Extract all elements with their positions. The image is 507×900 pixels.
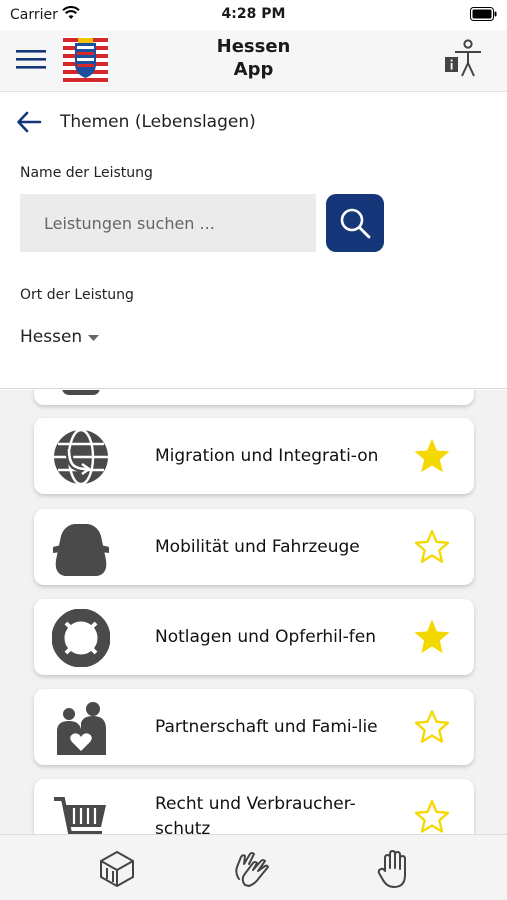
accessibility-info-icon	[445, 39, 481, 77]
star-outline-icon[interactable]	[412, 527, 452, 567]
globe-icon	[54, 428, 108, 486]
back-label: Themen (Lebenslagen)	[60, 112, 256, 132]
star-outline-icon[interactable]	[412, 707, 452, 747]
accessibility-button[interactable]	[443, 38, 483, 82]
tab-help[interactable]	[373, 849, 413, 889]
topic-title: Mobilität und Fahrzeuge	[155, 536, 360, 557]
back-arrow-icon	[17, 111, 42, 133]
car-icon	[53, 524, 109, 576]
app-title-line1: Hessen	[216, 36, 291, 57]
star-outline-icon[interactable]	[412, 797, 452, 834]
list-item[interactable]: Mobilität und Fahrzeuge	[34, 509, 474, 585]
location-select[interactable]: Hessen	[20, 327, 100, 347]
clock: 4:28 PM	[221, 6, 286, 22]
list-item[interactable]: Partnerschaft und Fami-lie	[34, 689, 474, 765]
stack-layers-icon	[100, 851, 134, 887]
app-title-line2: App	[233, 59, 274, 80]
topic-title: Migration und Integrati-on	[155, 445, 379, 466]
topic-list[interactable]: Migration und Integrati-on Mobilität und…	[0, 390, 507, 834]
location-value: Hessen	[20, 327, 83, 347]
partial-icon	[62, 390, 100, 395]
family-icon	[57, 702, 106, 755]
search-button[interactable]	[326, 194, 384, 252]
filter-panel: Themen (Lebenslagen) Name der Leistung O…	[0, 93, 507, 389]
search-icon	[340, 208, 371, 239]
back-button[interactable]: Themen (Lebenslagen)	[16, 109, 256, 135]
search-input[interactable]	[20, 194, 316, 252]
hands-icon	[235, 852, 269, 887]
hand-icon	[377, 850, 406, 888]
topic-title: Partnerschaft und Fami-lie	[155, 716, 378, 737]
service-name-label: Name der Leistung	[20, 165, 153, 181]
service-location-label: Ort der Leistung	[20, 287, 134, 303]
status-bar: Carrier 4:28 PM	[0, 0, 507, 30]
star-filled-icon[interactable]	[412, 436, 452, 476]
basket-icon	[54, 797, 106, 834]
app-title: Hessen App	[0, 35, 507, 81]
list-item[interactable]: Recht und Verbraucher-schutz	[34, 779, 474, 834]
star-filled-icon[interactable]	[412, 617, 452, 657]
tab-services[interactable]	[231, 849, 271, 889]
battery-icon	[470, 6, 497, 25]
app-header: Hessen App	[0, 30, 507, 92]
topic-title: Recht und Verbraucher-schutz	[155, 794, 356, 834]
list-item[interactable]: Migration und Integrati-on	[34, 418, 474, 494]
caret-down-icon	[88, 334, 100, 341]
tab-themes[interactable]	[97, 849, 137, 889]
topic-title: Notlagen und Opferhil-fen	[155, 626, 376, 647]
lifebuoy-icon	[52, 609, 110, 667]
tab-bar	[0, 834, 507, 900]
list-item[interactable]: Notlagen und Opferhil-fen	[34, 599, 474, 675]
list-item[interactable]	[34, 390, 474, 405]
